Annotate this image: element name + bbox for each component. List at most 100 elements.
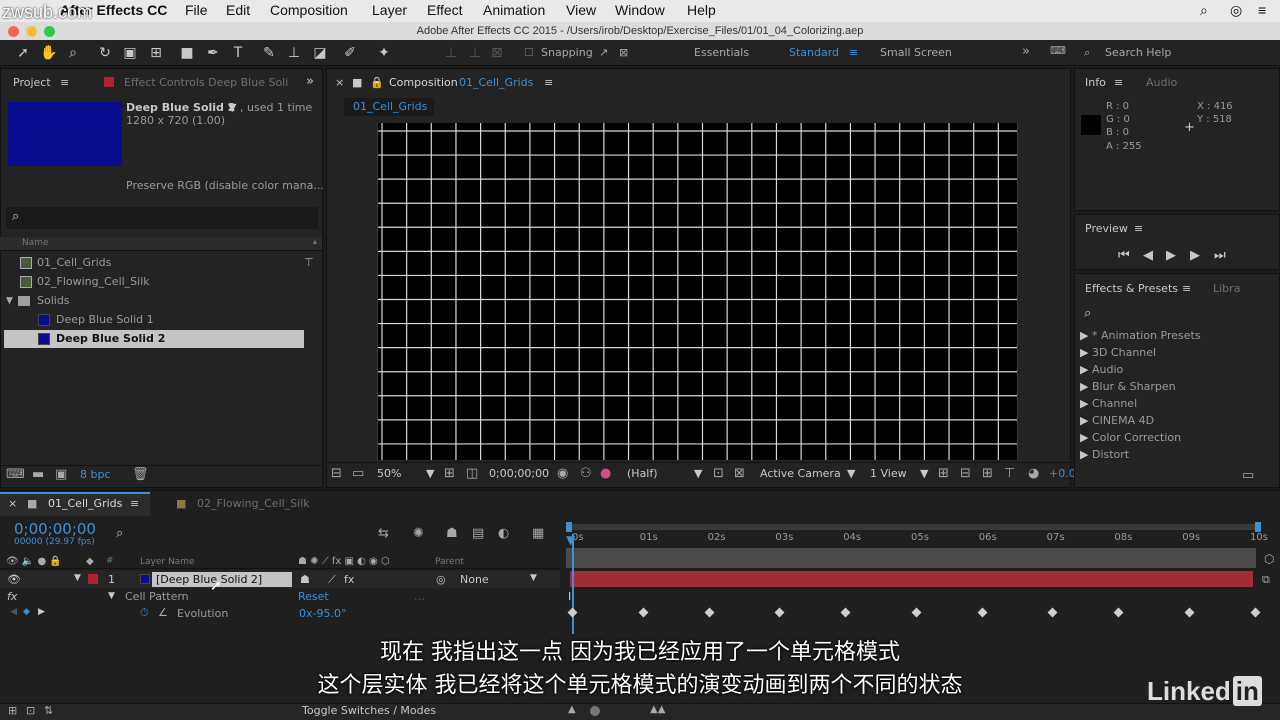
reset-effect-button[interactable]: Reset: [298, 590, 329, 603]
effect-category[interactable]: ▶ Blur & Sharpen: [1080, 380, 1176, 393]
tab-timeline-cell-grids[interactable]: 01_Cell_Grids: [48, 497, 122, 510]
minimize-window-button[interactable]: [26, 26, 37, 37]
tab-audio[interactable]: Audio: [1146, 76, 1177, 89]
shy-switch-icon[interactable]: ☗: [300, 573, 310, 586]
pixel-aspect-icon[interactable]: ⊞: [938, 466, 949, 481]
project-item[interactable]: Deep Blue Solid 1: [4, 311, 304, 329]
menu-view[interactable]: View: [566, 2, 596, 18]
parent-dropdown[interactable]: None: [460, 573, 489, 586]
spotlight-icon[interactable]: ⌕: [1200, 2, 1208, 19]
flowchart-icon[interactable]: ⊤: [304, 254, 314, 272]
expand-triangle-icon[interactable]: ▶: [1080, 380, 1088, 393]
current-time-display[interactable]: 0;00;00;00: [489, 467, 549, 480]
previous-frame-icon[interactable]: ◀: [1143, 248, 1153, 263]
display-icon[interactable]: ▭: [352, 466, 364, 481]
search-help-field[interactable]: Search Help: [1105, 46, 1171, 59]
keyboard-icon[interactable]: ⌨: [1050, 44, 1066, 57]
tab-info[interactable]: Info: [1085, 76, 1106, 89]
expand-triangle-icon[interactable]: ▶: [1080, 329, 1088, 342]
timeline-search-icon[interactable]: ⌕: [116, 526, 123, 541]
region-of-interest-icon[interactable]: ⊡: [713, 466, 724, 481]
parent-dropdown-arrow-icon[interactable]: ▼: [530, 573, 537, 583]
effect-category[interactable]: ▶ * Animation Presets: [1080, 329, 1201, 342]
composition-viewer[interactable]: [377, 123, 1018, 460]
last-frame-icon[interactable]: ⏭: [1214, 248, 1226, 263]
project-folder[interactable]: ▼ Solids: [4, 292, 304, 310]
channel-icon[interactable]: ●: [600, 466, 611, 481]
workspace-essentials[interactable]: Essentials: [694, 46, 749, 59]
project-search-input[interactable]: [6, 207, 318, 229]
next-frame-icon[interactable]: ▶: [1190, 248, 1200, 263]
disclosure-triangle-icon[interactable]: ▼: [6, 292, 13, 310]
layer-comp-icon[interactable]: ⧉: [1262, 573, 1270, 587]
sort-icon[interactable]: ▴: [313, 237, 317, 246]
new-composition-icon[interactable]: ▣: [55, 467, 67, 482]
expand-in-out-icon[interactable]: ⇅: [44, 704, 53, 717]
new-preset-icon[interactable]: ▭: [1242, 468, 1254, 483]
expand-triangle-icon[interactable]: ▶: [1080, 414, 1088, 427]
pan-behind-tool-icon[interactable]: ⊞: [147, 44, 165, 62]
workspace-small-screen[interactable]: Small Screen: [880, 46, 952, 59]
close-tab-icon[interactable]: ×: [8, 497, 17, 510]
effect-category[interactable]: ▶ Color Correction: [1080, 431, 1181, 444]
effect-name[interactable]: Cell Pattern: [125, 590, 189, 603]
menu-window[interactable]: Window: [615, 2, 665, 18]
flowchart-icon[interactable]: ⊤: [1004, 466, 1015, 481]
tab-composition-name[interactable]: 01_Cell_Grids: [459, 76, 533, 89]
trash-icon[interactable]: 🗑: [132, 467, 149, 482]
interpret-footage-icon[interactable]: ⌨: [6, 467, 25, 482]
timeline-menu-icon[interactable]: ≡: [130, 497, 139, 510]
previous-keyframe-icon[interactable]: ◀: [10, 607, 17, 617]
comp-mini-flowchart-icon[interactable]: ⇆: [378, 526, 389, 541]
zoom-dropdown-arrow-icon[interactable]: ▼: [426, 467, 434, 480]
expand-triangle-icon[interactable]: ▶: [1080, 363, 1088, 376]
add-keyframe-icon[interactable]: ◆: [23, 607, 30, 617]
play-icon[interactable]: ▶: [1166, 248, 1176, 263]
eraser-tool-icon[interactable]: ◪: [311, 44, 329, 62]
view-layout-dropdown[interactable]: 1 View: [870, 467, 907, 480]
next-keyframe-icon[interactable]: ▶: [38, 607, 45, 617]
type-tool-icon[interactable]: T: [229, 44, 247, 62]
toggle-switches-modes[interactable]: Toggle Switches / Modes: [302, 704, 436, 717]
menu-animation[interactable]: Animation: [483, 2, 545, 18]
tab-effects-presets[interactable]: Effects & Presets: [1085, 282, 1178, 295]
lock-icon[interactable]: 🔒: [370, 76, 384, 89]
expand-transfer-controls-icon[interactable]: ⊡: [26, 704, 35, 717]
expand-layer-switches-icon[interactable]: ⊞: [8, 704, 17, 717]
reset-exposure-icon[interactable]: ◕: [1028, 466, 1039, 481]
workspace-standard[interactable]: Standard: [789, 46, 839, 59]
tab-effect-controls[interactable]: Effect Controls Deep Blue Soli: [124, 76, 288, 89]
first-frame-icon[interactable]: ⏮: [1118, 248, 1130, 263]
timeline-icon[interactable]: ⊞: [982, 466, 993, 481]
layer-label-color[interactable]: [88, 574, 98, 584]
pen-tool-icon[interactable]: ✒: [204, 44, 222, 62]
project-menu-icon[interactable]: ≡: [60, 76, 69, 89]
timeline-ruler[interactable]: [566, 548, 1256, 568]
menu-list-icon[interactable]: ≡: [1258, 2, 1266, 18]
breadcrumb-comp[interactable]: 01_Cell_Grids: [353, 100, 427, 113]
snapping-options-icon[interactable]: ↗: [599, 46, 608, 59]
mask-visibility-icon[interactable]: ◫: [466, 466, 478, 481]
workspace-menu-icon[interactable]: ≡: [849, 46, 858, 59]
menu-edit[interactable]: Edit: [226, 2, 250, 18]
effect-category[interactable]: ▶ Channel: [1080, 397, 1137, 410]
search-help-icon[interactable]: ⌕: [1084, 46, 1090, 60]
preview-menu-icon[interactable]: ≡: [1134, 222, 1143, 235]
effects-switch-icon[interactable]: fx: [344, 573, 354, 586]
property-value[interactable]: 0x-95.0°: [299, 607, 346, 620]
expand-triangle-icon[interactable]: ▶: [1080, 448, 1088, 461]
effect-category[interactable]: ▶ Audio: [1080, 363, 1123, 376]
graph-editor-icon[interactable]: ▦: [532, 526, 544, 541]
parent-column-header[interactable]: Parent: [435, 557, 464, 567]
work-area-start-handle[interactable]: [566, 522, 572, 532]
camera-tool-icon[interactable]: ▣: [121, 44, 139, 62]
menu-layer[interactable]: Layer: [372, 2, 407, 18]
layer-name-column-header[interactable]: Layer Name: [140, 557, 195, 567]
close-window-button[interactable]: [8, 26, 19, 37]
project-more-tabs-icon[interactable]: »: [306, 74, 314, 89]
project-item-selected[interactable]: Deep Blue Solid 2: [4, 330, 304, 348]
zoom-tool-icon[interactable]: ⌕: [64, 44, 82, 62]
creative-cloud-icon[interactable]: ◎: [1230, 2, 1242, 19]
tab-project[interactable]: Project: [13, 76, 51, 89]
new-folder-icon[interactable]: ▬: [32, 467, 44, 482]
